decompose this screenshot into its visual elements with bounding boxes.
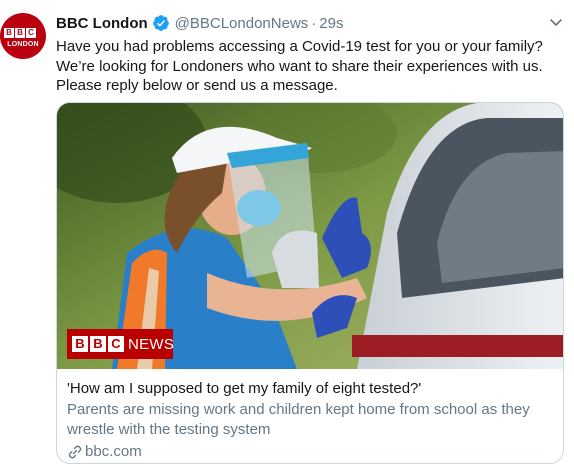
- tweet-timestamp[interactable]: 29s: [319, 15, 343, 32]
- avatar-logo-letter: B: [4, 28, 14, 38]
- author-handle[interactable]: @BBCLondonNews: [175, 15, 309, 32]
- card-domain-text: bbc.com: [85, 443, 142, 460]
- card-description-line: wrestle with the testing system: [67, 421, 271, 438]
- badge-logo-letter: C: [108, 336, 124, 352]
- bbc-news-logo: B B C NEWS: [67, 329, 175, 359]
- badge-news-word: NEWS: [128, 335, 175, 353]
- avatar-subtitle: LONDON: [7, 41, 39, 48]
- card-description: Parents are missing work and children ke…: [67, 400, 553, 440]
- tweet-text-line: Please reply below or send us a message.: [56, 77, 338, 94]
- link-preview-card[interactable]: B B C NEWS 'How am I supposed to get my …: [56, 102, 564, 464]
- verified-badge-icon: [152, 14, 170, 32]
- avatar[interactable]: B B C LONDON: [0, 13, 46, 59]
- card-image[interactable]: B B C NEWS: [57, 103, 563, 369]
- card-body: 'How am I supposed to get my family of e…: [57, 369, 563, 462]
- card-domain[interactable]: bbc.com: [67, 442, 553, 462]
- avatar-bbc-logo: B B C: [4, 28, 36, 38]
- link-icon: [67, 444, 83, 460]
- tweet[interactable]: B B C LONDON BBC London @BBCLondonNews ·…: [0, 0, 574, 467]
- display-name[interactable]: BBC London: [56, 15, 148, 32]
- tweet-header: BBC London @BBCLondonNews · 29s: [56, 12, 343, 34]
- badge-logo-letter: B: [90, 336, 106, 352]
- tweet-text-line: We’re looking for Londoners who want to …: [56, 57, 543, 75]
- badge-logo-letter: B: [72, 336, 88, 352]
- avatar-logo-letter: C: [26, 28, 36, 38]
- chevron-down-icon[interactable]: [548, 14, 564, 30]
- card-title[interactable]: 'How am I supposed to get my family of e…: [67, 379, 553, 399]
- tweet-text-line: Have you had problems accessing a Covid-…: [56, 38, 543, 55]
- separator-dot: ·: [311, 14, 317, 32]
- avatar-logo-letter: B: [15, 28, 25, 38]
- tweet-text: Have you had problems accessing a Covid-…: [56, 37, 566, 96]
- card-description-line: Parents are missing work and children ke…: [67, 401, 530, 418]
